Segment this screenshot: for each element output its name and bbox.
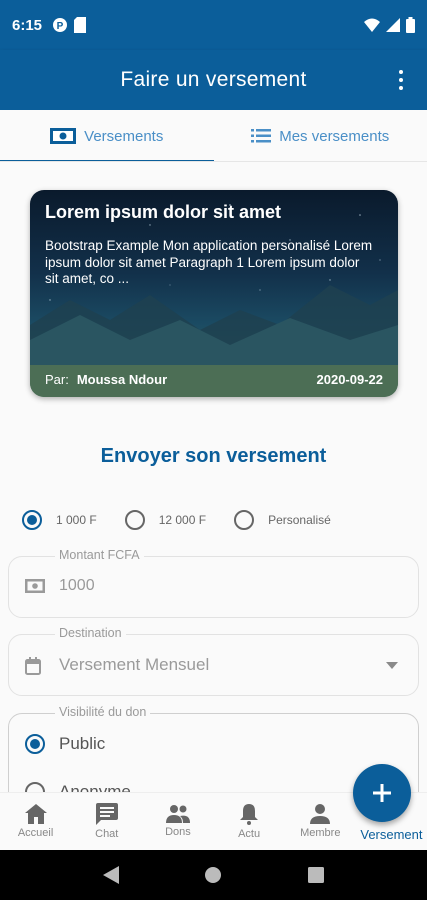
recents-icon[interactable] bbox=[308, 867, 325, 883]
destination-select[interactable]: Destination Versement Mensuel bbox=[8, 626, 419, 696]
app-bar: Faire un versement bbox=[0, 50, 427, 110]
visibility-option-public[interactable]: Public bbox=[25, 734, 105, 754]
amount-field[interactable]: Montant FCFA 1000 bbox=[8, 548, 419, 618]
visibility-field-label: Visibilité du don bbox=[55, 705, 151, 719]
card-body: Bootstrap Example Mon application person… bbox=[45, 238, 373, 286]
amount-input[interactable]: 1000 bbox=[59, 577, 95, 595]
nav-membre[interactable]: Membre bbox=[285, 793, 356, 850]
svg-text:P: P bbox=[57, 21, 64, 32]
plus-icon bbox=[373, 784, 391, 802]
notification-p-icon: P bbox=[53, 18, 68, 32]
chat-icon bbox=[95, 803, 118, 825]
nav-label: Dons bbox=[165, 826, 191, 838]
money-icon bbox=[25, 579, 45, 593]
radio-label-personalise: Personalisé bbox=[268, 513, 331, 527]
card-by-label: Par: bbox=[45, 372, 69, 387]
overflow-menu-icon[interactable] bbox=[389, 68, 413, 92]
radio-1000[interactable] bbox=[22, 510, 42, 530]
nav-dons[interactable]: Dons bbox=[142, 793, 213, 850]
money-icon bbox=[50, 128, 77, 144]
card-author: Moussa Ndour bbox=[76, 372, 168, 387]
nav-chat[interactable]: Chat bbox=[71, 793, 142, 850]
nav-label: Versement bbox=[360, 827, 423, 842]
person-icon bbox=[310, 804, 331, 824]
system-nav-bar bbox=[0, 850, 427, 900]
section-title: Envoyer son versement bbox=[100, 445, 327, 467]
card-title: Lorem ipsum dolor sit amet bbox=[45, 202, 282, 222]
card-footer: Par: Moussa Ndour 2020-09-22 bbox=[45, 372, 383, 387]
nav-label: Actu bbox=[238, 828, 261, 840]
nav-actu[interactable]: Actu bbox=[214, 793, 285, 850]
bell-icon bbox=[240, 804, 259, 825]
tab-bar: Versements Mes versements bbox=[0, 110, 427, 162]
destination-value: Versement Mensuel bbox=[59, 655, 210, 674]
card-date: 2020-09-22 bbox=[316, 372, 384, 387]
radio-label-1000: 1 000 F bbox=[56, 513, 97, 527]
home-circle-icon[interactable] bbox=[204, 866, 222, 884]
add-fab-button[interactable] bbox=[353, 764, 411, 822]
nav-label: Membre bbox=[300, 827, 341, 839]
calendar-icon bbox=[25, 657, 41, 675]
page-title: Faire un versement bbox=[120, 68, 307, 91]
wifi-icon bbox=[364, 18, 380, 32]
amount-options: 1 000 F 12 000 F Personalisé bbox=[22, 510, 359, 530]
radio-12000[interactable] bbox=[124, 510, 145, 530]
radio-personalise[interactable] bbox=[234, 510, 255, 530]
tab-divider bbox=[0, 161, 427, 162]
signal-icon bbox=[386, 18, 400, 32]
status-bar: 6:15 P bbox=[0, 0, 427, 50]
nav-label: Chat bbox=[95, 828, 119, 840]
home-icon bbox=[24, 804, 47, 824]
nav-label: Accueil bbox=[17, 827, 54, 839]
sim-card-icon bbox=[74, 17, 87, 33]
radio-label-12000: 12 000 F bbox=[158, 513, 207, 527]
tab-label: Versements bbox=[84, 127, 164, 145]
nav-accueil[interactable]: Accueil bbox=[0, 793, 71, 850]
news-card[interactable]: Lorem ipsum dolor sit amet Bootstrap Exa… bbox=[30, 190, 398, 397]
battery-icon bbox=[406, 17, 415, 33]
destination-field-label: Destination bbox=[55, 626, 126, 640]
back-icon[interactable] bbox=[102, 866, 119, 884]
people-icon bbox=[165, 805, 190, 823]
radio-label-public: Public bbox=[59, 734, 106, 753]
tab-versements[interactable]: Versements bbox=[0, 110, 214, 162]
list-icon bbox=[251, 129, 272, 143]
radio-public[interactable] bbox=[25, 734, 45, 754]
tab-label: Mes versements bbox=[279, 127, 390, 145]
amount-field-label: Montant FCFA bbox=[55, 548, 144, 562]
status-time: 6:15 bbox=[12, 16, 43, 34]
tab-mes-versements[interactable]: Mes versements bbox=[214, 110, 427, 162]
dropdown-arrow-icon[interactable] bbox=[386, 662, 398, 669]
